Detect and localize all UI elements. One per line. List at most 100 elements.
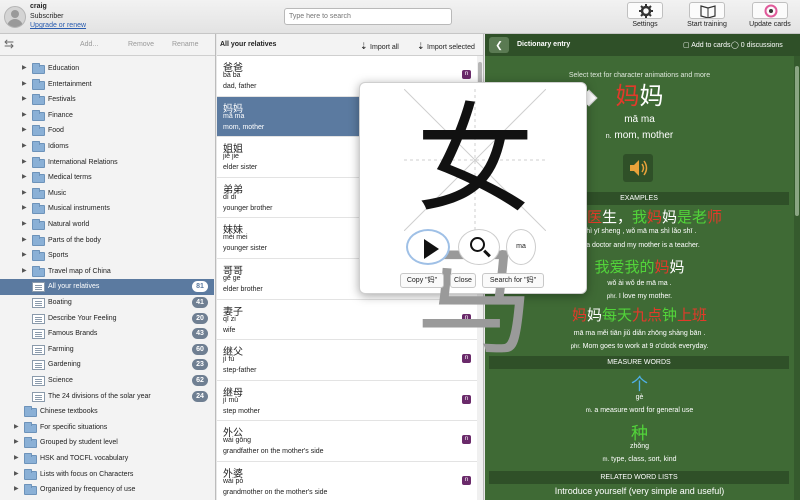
discussions-button[interactable]: ◯ 0 discussions (731, 41, 783, 49)
play-button[interactable] (406, 229, 450, 265)
word-count-badge: 23 (192, 359, 208, 371)
expand-triangle-icon[interactable]: ▶ (22, 139, 27, 155)
ex3-part-e: 钟 (662, 307, 678, 324)
tree-category[interactable]: ▶ Natural world (0, 217, 214, 233)
word-list-row[interactable]: 外婆 wài pó grandmother on the mother's side… (217, 462, 477, 500)
tree-list-label: The 24 divisions of the solar year (48, 392, 151, 400)
tree-category[interactable]: ▶ Finance (0, 108, 214, 124)
tree-group[interactable]: ▶ Organized by frequency of use (0, 482, 214, 498)
expand-triangle-icon[interactable]: ▶ (22, 61, 27, 77)
dictionary-scrollbar[interactable] (794, 56, 800, 500)
tree-word-list[interactable]: All your relatives 81 (0, 279, 214, 295)
tree-list-label: Farming (48, 345, 74, 353)
tree-word-list[interactable]: Describe Your Feeling 20 (0, 311, 214, 327)
related-list-link[interactable]: Introduce yourself (very simple and usef… (485, 486, 794, 496)
expand-triangle-icon[interactable]: ▶ (14, 451, 19, 467)
tree-group[interactable]: ▶ For specific situations (0, 420, 214, 436)
word-count-badge: 62 (192, 375, 208, 386)
user-role: Subscriber (30, 13, 64, 20)
word-list-row[interactable]: 外公 wài gōng grandfather on the mother's si… (217, 421, 477, 462)
tree-group-label: For specific situations (40, 423, 108, 431)
back-button[interactable]: ❮ (489, 37, 509, 53)
tree-word-list[interactable]: Gardening 23 (0, 357, 214, 373)
word-english: dad, father (223, 83, 257, 90)
word-pinyin: bà ba (223, 72, 241, 79)
expand-triangle-icon[interactable]: ▶ (22, 108, 27, 124)
expand-triangle-icon[interactable]: ▶ (14, 482, 19, 498)
measure-word-2[interactable]: 种 (485, 419, 794, 444)
word-pinyin: gē ge (223, 275, 241, 282)
expand-triangle-icon[interactable]: ▶ (22, 92, 27, 108)
tree-category[interactable]: ▶ Music (0, 186, 214, 202)
tree-category-label: International Relations (48, 158, 118, 166)
tree-category[interactable]: Chinese textbooks (0, 404, 214, 420)
expand-triangle-icon[interactable]: ▶ (22, 123, 27, 139)
copy-button[interactable]: Copy "妈" (400, 273, 444, 288)
tree-word-list[interactable]: Science 62 (0, 373, 214, 389)
audio-button[interactable] (623, 154, 653, 182)
headword-char-1[interactable]: 妈 (616, 83, 640, 110)
expand-triangle-icon[interactable]: ▶ (14, 467, 19, 483)
expand-triangle-icon[interactable]: ▶ (22, 155, 27, 171)
add-button[interactable]: Add... (80, 41, 98, 48)
word-pinyin: dì di (223, 193, 237, 201)
tree-category[interactable]: ▶ Entertainment (0, 77, 214, 93)
expand-triangle-icon[interactable]: ▶ (22, 217, 27, 233)
search-for-button[interactable]: Search for "妈" (482, 273, 544, 288)
headword-char-2[interactable]: 妈 (640, 83, 664, 110)
tree-category[interactable]: ▶ Sports (0, 248, 214, 264)
update-cards-button[interactable]: Update cards (744, 2, 796, 32)
tree-category[interactable]: ▶ Travel map of China (0, 264, 214, 280)
add-to-cards-button[interactable]: ▢ Add to cards (683, 41, 731, 49)
close-button[interactable]: Close (450, 273, 476, 288)
tree-word-list[interactable]: Famous Brands 43 (0, 326, 214, 342)
zoom-button[interactable] (458, 229, 500, 265)
word-list-row[interactable]: 继母 jì mǔ step mother n (217, 381, 477, 422)
settings-button[interactable]: Settings (624, 2, 666, 32)
tree-group[interactable]: ▶ HSK and TOCFL vocabulary (0, 451, 214, 467)
tree-category[interactable]: ▶ Medical terms (0, 170, 214, 186)
folder-icon (24, 484, 37, 496)
tree-category[interactable]: ▶ International Relations (0, 155, 214, 171)
pinyin-audio-button[interactable]: ma (506, 229, 536, 265)
tree-category[interactable]: ▶ Food (0, 123, 214, 139)
expand-triangle-icon[interactable]: ▶ (22, 264, 27, 280)
measure-word-1[interactable]: 个 (485, 370, 794, 395)
part-of-speech: n. (605, 133, 612, 140)
tree-word-list[interactable]: Farming 60 (0, 342, 214, 358)
expand-triangle-icon[interactable]: ▶ (22, 233, 27, 249)
word-count-badge: 60 (192, 343, 208, 355)
import-selected-button[interactable]: ⇣ Import selected (417, 41, 475, 52)
tree-category[interactable]: ▶ Festivals (0, 92, 214, 108)
tree-word-list[interactable]: The 24 divisions of the solar year 24 (0, 389, 214, 405)
expand-triangle-icon[interactable]: ▶ (14, 435, 19, 451)
tree-word-list[interactable]: Boating 41 (0, 295, 214, 311)
start-training-button[interactable]: Start training (682, 2, 732, 32)
list-icon (32, 298, 45, 308)
search-input[interactable] (284, 8, 452, 25)
upgrade-link[interactable]: Upgrade or renew (30, 22, 86, 29)
expand-triangle-icon[interactable]: ▶ (22, 170, 27, 186)
expand-triangle-icon[interactable]: ▶ (22, 77, 27, 93)
word-pinyin: mā ma (223, 112, 245, 120)
tree-category-label: Parts of the body (48, 236, 101, 244)
sync-arrows-icon[interactable]: ⇆ (4, 37, 14, 51)
remove-button[interactable]: Remove (128, 41, 154, 48)
tree-group[interactable]: ▶ Lists with focus on Characters (0, 467, 214, 483)
tree-category[interactable]: ▶ Idioms (0, 139, 214, 155)
tree-group[interactable]: ▶ Grouped by student level (0, 435, 214, 451)
tree-category-label: Natural world (48, 221, 90, 228)
expand-triangle-icon[interactable]: ▶ (14, 420, 19, 436)
expand-triangle-icon[interactable]: ▶ (22, 201, 27, 217)
tree-category[interactable]: ▶ Musical instruments (0, 201, 214, 217)
expand-triangle-icon[interactable]: ▶ (22, 248, 27, 264)
expand-triangle-icon[interactable]: ▶ (22, 186, 27, 202)
tree-category-label: Musical instruments (48, 205, 110, 213)
rename-button[interactable]: Rename (172, 41, 198, 48)
tree-category[interactable]: ▶ Parts of the body (0, 233, 214, 249)
stroke-character[interactable]: 女马 (404, 89, 546, 371)
word-list-header: All your relatives ⇣ Import all ⇣ Import… (217, 34, 483, 56)
tree-category[interactable]: ▶ Education (0, 61, 214, 77)
import-all-button[interactable]: ⇣ Import all (360, 41, 399, 52)
avatar[interactable] (4, 6, 26, 28)
